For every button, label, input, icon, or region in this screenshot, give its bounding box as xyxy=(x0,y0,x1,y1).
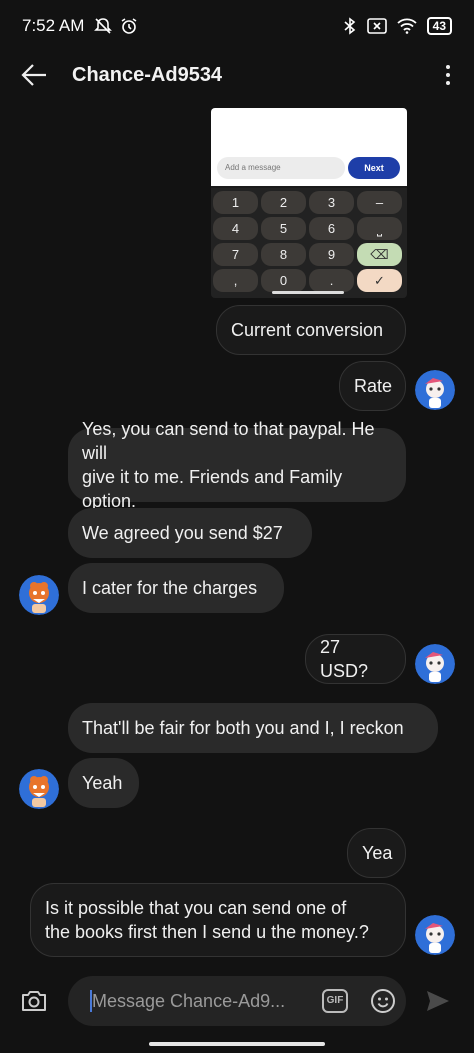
message-placeholder: Message Chance-Ad9... xyxy=(92,991,286,1011)
key: – xyxy=(357,191,402,214)
send-button[interactable] xyxy=(425,988,451,1014)
shared-image[interactable]: Add a message Next 1 2 3 – 4 5 6 ⎵ 7 8 9… xyxy=(211,108,407,298)
key-row: , 0 . ✓ xyxy=(213,269,407,292)
message-bubble[interactable]: I cater for the charges xyxy=(68,563,284,613)
status-right-icons: 43 xyxy=(343,17,452,35)
message-bubble[interactable]: Yeah xyxy=(68,758,139,808)
status-time: 7:52 AM xyxy=(22,16,85,35)
key: 5 xyxy=(261,217,306,240)
key: 2 xyxy=(261,191,306,214)
avatar[interactable] xyxy=(19,575,59,615)
key: 3 xyxy=(309,191,354,214)
status-bar: 7:52 AM 43 xyxy=(0,0,474,52)
home-indicator[interactable] xyxy=(149,1042,325,1046)
key: , xyxy=(213,269,258,292)
key: ✓ xyxy=(357,269,402,292)
message-line: Yes, you can send to that paypal. He wil… xyxy=(82,419,375,463)
message-line: Is it possible that you can send one of xyxy=(45,898,347,918)
image-handle xyxy=(272,291,344,294)
back-button[interactable] xyxy=(4,52,64,98)
own-avatar-icon xyxy=(415,370,455,410)
message-bubble[interactable]: That'll be fair for both you and I, I re… xyxy=(68,703,438,753)
message-bubble[interactable]: Is it possible that you can send one of … xyxy=(30,883,406,957)
no-sim-icon xyxy=(366,18,387,34)
message-input[interactable]: Message Chance-Ad9... GIF xyxy=(68,976,406,1026)
key: ⎵ xyxy=(357,217,402,240)
message-line: the books first then I send u the money.… xyxy=(45,922,369,942)
chat-header: Chance-Ad9534 xyxy=(0,52,474,98)
own-avatar-icon xyxy=(415,644,455,684)
contact-avatar-icon xyxy=(19,575,59,615)
message-bubble[interactable]: We agreed you send $27 xyxy=(68,508,312,558)
avatar[interactable] xyxy=(415,915,455,955)
own-avatar-icon xyxy=(415,915,455,955)
message-bubble[interactable]: Yea xyxy=(347,828,406,878)
key-row: 1 2 3 – xyxy=(213,191,407,214)
message-bubble[interactable]: Yes, you can send to that paypal. He wil… xyxy=(68,419,406,511)
key-row: 4 5 6 ⎵ xyxy=(213,217,407,240)
composer: Message Chance-Ad9... GIF xyxy=(0,972,474,1030)
message-bubble[interactable]: 27 USD? xyxy=(305,634,406,684)
chat-title: Chance-Ad9534 xyxy=(72,63,223,86)
bell-off-icon xyxy=(94,18,113,34)
message-bubble[interactable]: Current conversion xyxy=(216,305,406,355)
key-row: 7 8 9 ⌫ xyxy=(213,243,407,266)
alarm-icon xyxy=(121,18,137,34)
key: 6 xyxy=(309,217,354,240)
image-next-button: Next xyxy=(348,157,400,179)
camera-icon xyxy=(22,991,46,1011)
image-keypad: 1 2 3 – 4 5 6 ⎵ 7 8 9 ⌫ , 0 . ✓ xyxy=(211,188,407,298)
wifi-icon xyxy=(397,18,417,34)
key: 7 xyxy=(213,243,258,266)
key: 9 xyxy=(309,243,354,266)
avatar[interactable] xyxy=(415,370,455,410)
contact-avatar-icon xyxy=(19,769,59,809)
emoji-icon xyxy=(371,989,395,1013)
more-options-icon[interactable] xyxy=(444,65,452,85)
battery-indicator: 43 xyxy=(426,17,452,35)
key: 4 xyxy=(213,217,258,240)
message-line: give it to me. Friends and Family option… xyxy=(82,467,343,511)
image-message-field: Add a message xyxy=(217,157,345,179)
bluetooth-icon xyxy=(344,17,355,35)
key: ⌫ xyxy=(357,243,402,266)
image-top-area: Add a message Next xyxy=(211,108,407,186)
arrow-left-icon xyxy=(21,64,46,86)
key: 8 xyxy=(261,243,306,266)
gif-button[interactable]: GIF xyxy=(322,989,348,1013)
camera-button[interactable] xyxy=(20,988,48,1014)
send-icon xyxy=(427,991,449,1011)
avatar[interactable] xyxy=(415,644,455,684)
avatar[interactable] xyxy=(19,769,59,809)
key: 0 xyxy=(261,269,306,292)
key: 1 xyxy=(213,191,258,214)
message-bubble[interactable]: Rate xyxy=(339,361,406,411)
status-left-icons xyxy=(94,17,138,35)
emoji-button[interactable] xyxy=(370,988,396,1014)
key: . xyxy=(309,269,354,292)
